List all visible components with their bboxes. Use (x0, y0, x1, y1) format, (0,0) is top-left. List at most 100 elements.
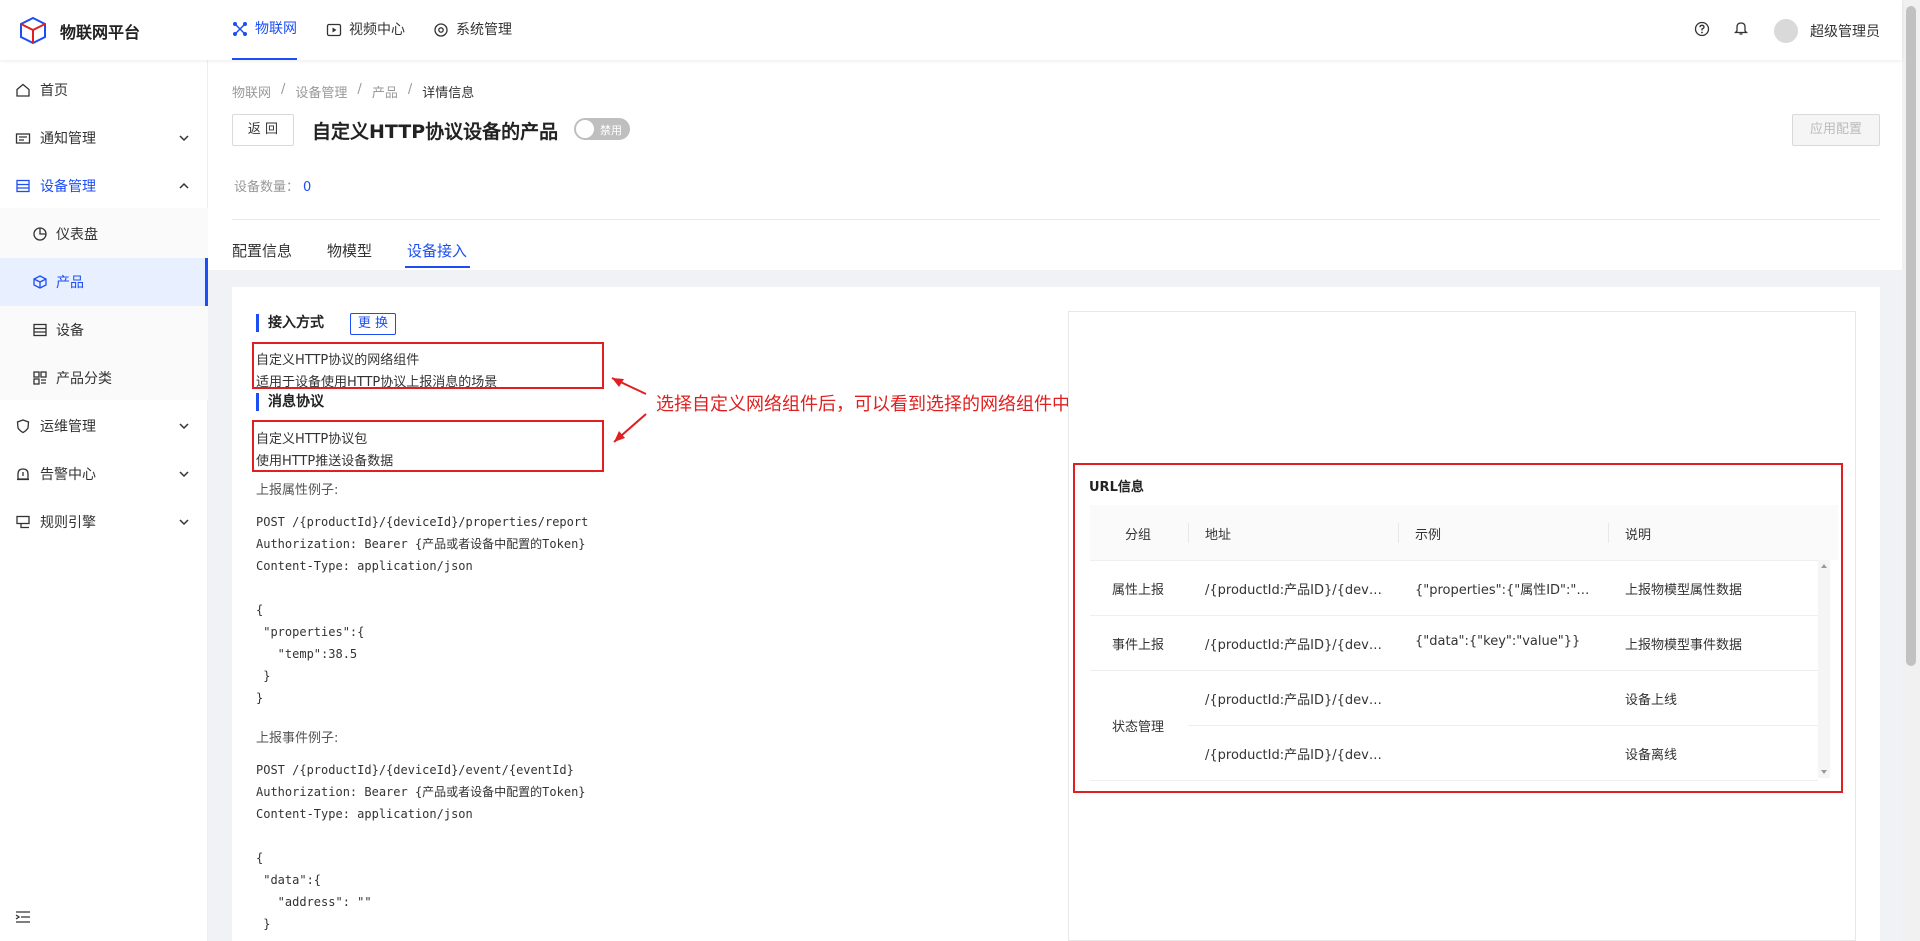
table-cell: /{productId:产品ID}/{dev… (1205, 693, 1382, 708)
breadcrumb-item[interactable]: 产品 (372, 82, 398, 101)
page-scrollbar[interactable] (1902, 0, 1920, 941)
table-cell: 事件上报 (1112, 638, 1165, 653)
status-toggle[interactable]: 禁用 (574, 118, 630, 140)
sidebar-item-home[interactable]: 首页 (0, 66, 208, 114)
sidebar-item-notice[interactable]: 通知管理 (0, 114, 208, 162)
breadcrumb-separator: / (407, 82, 413, 97)
tab-device-access[interactable]: 设备接入 (407, 240, 467, 261)
access-method-title: 接入方式 (256, 314, 324, 332)
rule-icon (15, 514, 31, 530)
notice-icon (15, 130, 31, 146)
tab-thing-model[interactable]: 物模型 (327, 240, 372, 261)
sidebar-item-label: 产品 (56, 275, 84, 291)
protocol-desc: 使用HTTP推送设备数据 (256, 454, 394, 469)
topnav-system-label: 系统管理 (456, 22, 512, 38)
breadcrumb: 物联网 / 设备管理 / 产品 / 详情信息 (232, 82, 474, 101)
logo-icon (18, 16, 48, 44)
sidebar-item-device[interactable]: 设备 (0, 306, 208, 354)
sidebar-item-dashboard[interactable]: 仪表盘 (0, 210, 208, 258)
breadcrumb-current: 详情信息 (422, 86, 475, 101)
table-cell: /{productId:产品ID}/{dev… (1205, 638, 1382, 653)
sidebar-item-alarm[interactable]: 告警中心 (0, 450, 208, 498)
row-divider (1188, 725, 1818, 726)
topnav-video-label: 视频中心 (349, 22, 405, 38)
table-cell: /{productId:产品ID}/{dev… (1205, 748, 1382, 763)
table-scrollbar[interactable] (1818, 560, 1830, 778)
sidebar-item-category[interactable]: 产品分类 (0, 354, 208, 402)
protocol-title: 消息协议 (256, 393, 324, 411)
table-cell: 属性上报 (1112, 583, 1165, 598)
breadcrumb-item[interactable]: 设备管理 (295, 82, 347, 101)
column-separator (1608, 523, 1609, 543)
chevron-down-icon (178, 516, 190, 528)
component-desc: 适用于设备使用HTTP协议上报消息的场景 (256, 375, 498, 390)
toggle-label: 禁用 (600, 124, 622, 137)
breadcrumb-item[interactable]: 物联网 (232, 82, 271, 101)
username[interactable]: 超级管理员 (1810, 21, 1880, 41)
divider (232, 219, 1880, 220)
tab-config[interactable]: 配置信息 (232, 240, 292, 261)
topnav-video[interactable]: 视频中心 (326, 0, 405, 60)
table-cell: 上报物模型事件数据 (1625, 638, 1743, 653)
device-manage-icon (15, 178, 31, 194)
column-separator (1398, 523, 1399, 543)
menu-collapse-icon[interactable] (15, 910, 31, 924)
page-title: 自定义HTTP协议设备的产品 (312, 121, 559, 143)
row-divider (1090, 615, 1818, 616)
report-property-label: 上报属性例子: (256, 483, 339, 498)
sidebar-item-label: 通知管理 (40, 131, 96, 147)
table-cell: {"properties":{"属性ID":"… (1415, 583, 1590, 598)
row-divider (1090, 560, 1818, 561)
protocol-name: 自定义HTTP协议包 (256, 432, 368, 447)
toggle-knob (576, 120, 594, 138)
topnav-iot[interactable]: 物联网 (232, 0, 297, 60)
table-cell: 设备上线 (1625, 693, 1678, 708)
column-separator (1188, 523, 1189, 543)
tab-active-indicator (405, 266, 470, 268)
device-count-value[interactable]: 0 (303, 180, 311, 195)
apply-config-button[interactable]: 应用配置 (1792, 114, 1880, 146)
topnav-system[interactable]: 系统管理 (433, 0, 512, 60)
product-icon (32, 274, 48, 290)
sidebar-item-label: 设备 (56, 323, 84, 339)
device-count: 设备数量： 0 (234, 176, 311, 195)
table-cell: /{productId:产品ID}/{dev… (1205, 583, 1382, 598)
dashboard-icon (32, 226, 48, 242)
scrollbar-thumb[interactable] (1906, 6, 1916, 666)
table-header: 分组 地址 示例 说明 (1090, 505, 1838, 560)
avatar[interactable] (1774, 19, 1798, 43)
column-header: 说明 (1625, 528, 1652, 543)
url-info-title: URL信息 (1089, 480, 1144, 495)
sidebar-item-product[interactable]: 产品 (0, 258, 208, 306)
chevron-down-icon (178, 420, 190, 432)
sidebar-item-label: 产品分类 (56, 371, 112, 387)
back-button[interactable]: 返 回 (232, 114, 294, 146)
chevron-down-icon (178, 468, 190, 480)
row-divider (1090, 780, 1818, 781)
report-event-label: 上报事件例子: (256, 731, 339, 746)
sidebar-item-rule[interactable]: 规则引擎 (0, 498, 208, 546)
breadcrumb-separator: / (281, 82, 286, 97)
sidebar-item-label: 运维管理 (40, 419, 96, 435)
topnav-iot-label: 物联网 (255, 21, 297, 37)
column-header: 分组 (1125, 528, 1152, 543)
column-header: 地址 (1205, 528, 1232, 543)
bell-icon[interactable] (1733, 20, 1749, 36)
report-property-code: POST /{productId}/{deviceId}/properties/… (256, 515, 589, 705)
sidebar-item-device-manage[interactable]: 设备管理 (0, 162, 208, 210)
sidebar-item-label: 规则引擎 (40, 515, 96, 531)
app-title: 物联网平台 (60, 23, 141, 42)
change-button[interactable]: 更 换 (350, 313, 396, 335)
table-cell: 设备离线 (1625, 748, 1678, 763)
ops-icon (15, 418, 31, 434)
sidebar-item-ops[interactable]: 运维管理 (0, 402, 208, 450)
table-cell: {"data":{"key":"value"}} (1415, 634, 1581, 649)
report-event-code: POST /{productId}/{deviceId}/event/{even… (256, 763, 586, 931)
home-icon (15, 82, 31, 98)
sidebar-item-label: 设备管理 (40, 179, 96, 195)
sidebar: 首页 通知管理 设备管理 仪表盘 产品 设备 产品分类 运维管理 告警中心 规则… (0, 60, 208, 941)
help-icon[interactable] (1694, 21, 1710, 37)
system-icon (433, 22, 449, 38)
component-name: 自定义HTTP协议的网络组件 (256, 353, 420, 368)
column-header: 示例 (1415, 528, 1442, 543)
